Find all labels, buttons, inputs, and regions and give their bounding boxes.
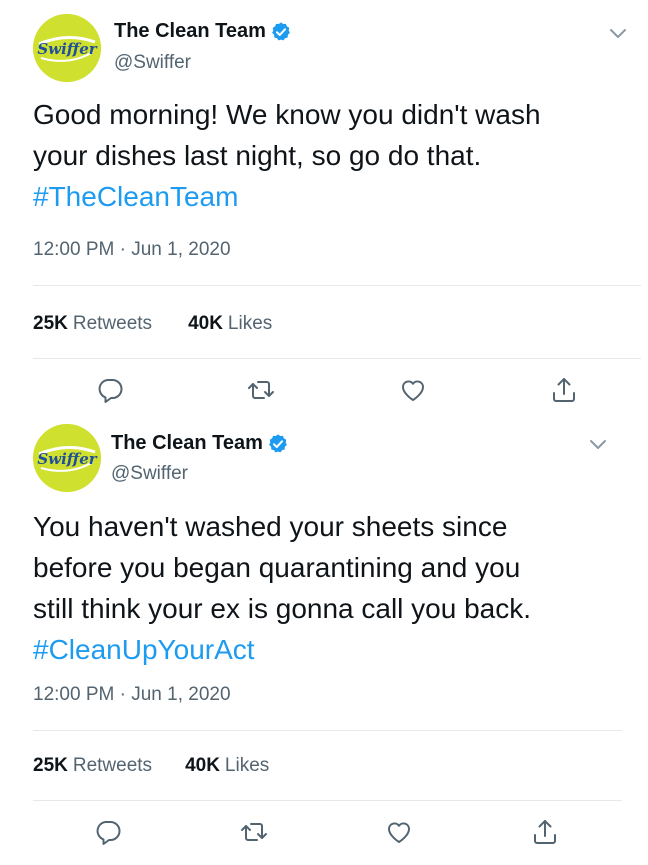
likes-label: Likes xyxy=(227,313,273,334)
likes-count: 40K xyxy=(188,313,223,334)
reply-icon[interactable] xyxy=(93,817,123,847)
retweets-stat[interactable]: 25K Retweets xyxy=(33,755,152,777)
hashtag-link[interactable]: #TheCleanTeam xyxy=(33,176,638,217)
handle[interactable]: @Swiffer xyxy=(111,463,188,485)
likes-stat[interactable]: 40K Likes xyxy=(185,755,269,777)
share-icon[interactable] xyxy=(530,817,560,847)
tweet-text-line: still think your ex is gonna call you ba… xyxy=(33,593,532,624)
retweets-count: 25K xyxy=(33,755,68,776)
tweet-text-line: before you began quarantining and you xyxy=(33,552,521,583)
divider xyxy=(33,800,622,801)
name-row: The Clean Team xyxy=(111,432,289,455)
likes-label: Likes xyxy=(224,755,270,776)
divider xyxy=(33,358,641,359)
logo-text: Swiffer xyxy=(37,450,97,468)
divider xyxy=(33,285,641,286)
tweet-1[interactable]: Swiffer The Clean Team @Swiffer Good mor… xyxy=(0,0,648,418)
swiffer-logo-icon: Swiffer xyxy=(33,14,101,82)
like-icon[interactable] xyxy=(398,375,428,405)
verified-badge-icon xyxy=(269,433,287,452)
avatar[interactable]: Swiffer xyxy=(33,14,101,82)
retweets-label: Retweets xyxy=(72,313,153,334)
chevron-down-icon[interactable] xyxy=(607,22,629,44)
hashtag-link[interactable]: #CleanUpYourAct xyxy=(33,629,623,670)
divider xyxy=(33,730,622,731)
tweet-text-line: Good morning! We know you didn't wash xyxy=(33,99,541,130)
like-icon[interactable] xyxy=(384,817,414,847)
tweet-text-line: You haven't washed your sheets since xyxy=(33,511,508,542)
avatar[interactable]: Swiffer xyxy=(33,424,101,492)
engagement-stats: 25K Retweets 40K Likes xyxy=(33,755,269,777)
tweet-text: You haven't washed your sheets since bef… xyxy=(33,506,623,670)
display-name[interactable]: The Clean Team xyxy=(114,20,266,43)
likes-count: 40K xyxy=(185,755,220,776)
tweet-text-line: your dishes last night, so go do that. xyxy=(33,140,482,171)
tweet-2[interactable]: Swiffer The Clean Team @Swiffer You have… xyxy=(0,418,648,865)
share-icon[interactable] xyxy=(549,375,579,405)
swiffer-logo-icon: Swiffer xyxy=(33,424,101,492)
retweets-label: Retweets xyxy=(72,755,153,776)
logo-text: Swiffer xyxy=(37,40,97,58)
reply-icon[interactable] xyxy=(95,375,125,405)
tweet-text: Good morning! We know you didn't wash yo… xyxy=(33,94,638,217)
display-name[interactable]: The Clean Team xyxy=(111,432,263,455)
timestamp[interactable]: 12:00 PM · Jun 1, 2020 xyxy=(33,239,231,261)
likes-stat[interactable]: 40K Likes xyxy=(188,313,272,335)
verified-badge-icon xyxy=(272,21,290,40)
engagement-stats: 25K Retweets 40K Likes xyxy=(33,313,272,335)
name-row: The Clean Team xyxy=(114,20,292,43)
retweets-stat[interactable]: 25K Retweets xyxy=(33,313,152,335)
retweet-icon[interactable] xyxy=(239,817,269,847)
retweets-count: 25K xyxy=(33,313,68,334)
timestamp[interactable]: 12:00 PM · Jun 1, 2020 xyxy=(33,684,231,706)
chevron-down-icon[interactable] xyxy=(587,433,609,455)
handle[interactable]: @Swiffer xyxy=(114,52,191,74)
retweet-icon[interactable] xyxy=(246,375,276,405)
